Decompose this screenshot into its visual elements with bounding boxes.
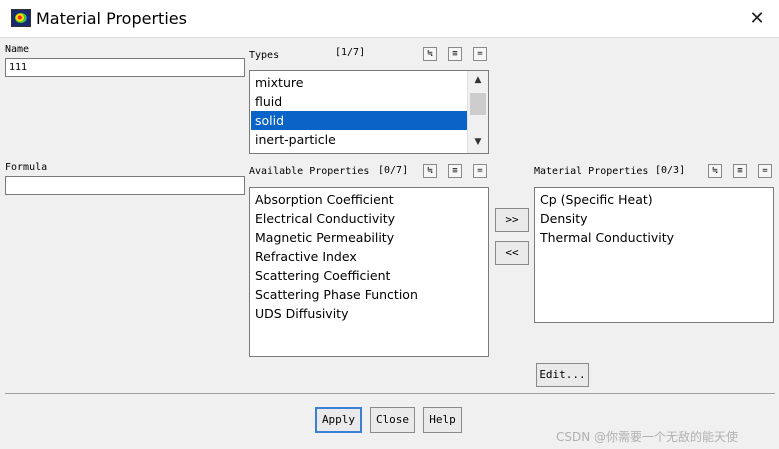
material-item[interactable]: Thermal Conductivity	[536, 228, 772, 247]
formula-field[interactable]	[5, 176, 245, 195]
material-invert-button[interactable]: ≡	[733, 164, 747, 178]
name-field-value: 111	[9, 62, 28, 73]
available-item[interactable]: Scattering Coefficient	[251, 266, 487, 285]
close-icon[interactable]: ✕	[744, 6, 770, 32]
scroll-thumb[interactable]	[470, 93, 486, 115]
help-button[interactable]: Help	[423, 407, 462, 433]
material-properties-label: Material Properties	[534, 166, 649, 177]
available-item[interactable]: Scattering Phase Function	[251, 285, 487, 304]
formula-field-value	[6, 177, 244, 183]
available-properties-count: [0/7]	[378, 165, 409, 176]
types-count: [1/7]	[335, 47, 366, 58]
available-item[interactable]: Electrical Conductivity	[251, 209, 487, 228]
separator	[5, 393, 775, 394]
types-item-solid[interactable]: solid	[251, 111, 467, 130]
types-invert-button[interactable]: ≡	[448, 47, 462, 61]
available-item[interactable]: Absorption Coefficient	[251, 190, 487, 209]
material-item[interactable]: Cp (Specific Heat)	[536, 190, 772, 209]
types-item-inert-particle[interactable]: inert-particle	[251, 130, 467, 149]
available-item[interactable]: Magnetic Permeability	[251, 228, 487, 247]
material-select-all-button[interactable]: ≒	[708, 164, 722, 178]
available-properties-list[interactable]: Absorption Coefficient Electrical Conduc…	[249, 187, 489, 357]
window-title: Material Properties	[36, 9, 187, 28]
watermark: CSDN @你需要一个无敌的能天使	[556, 430, 739, 444]
types-deselect-button[interactable]: =	[473, 47, 487, 61]
material-properties-count: [0/3]	[655, 165, 686, 176]
scroll-down-icon[interactable]: ▼	[468, 137, 488, 147]
types-item-fluid[interactable]: fluid	[251, 92, 467, 111]
apply-button[interactable]: Apply	[315, 407, 362, 433]
name-field[interactable]: 111	[5, 58, 245, 77]
available-properties-label: Available Properties	[249, 166, 370, 177]
available-invert-button[interactable]: ≡	[448, 164, 462, 178]
types-item-mixture[interactable]: mixture	[251, 73, 467, 92]
formula-label: Formula	[5, 162, 48, 173]
material-deselect-button[interactable]: =	[758, 164, 772, 178]
remove-property-button[interactable]: <<	[495, 241, 529, 265]
available-select-all-button[interactable]: ≒	[423, 164, 437, 178]
available-item[interactable]: Refractive Index	[251, 247, 487, 266]
close-button[interactable]: Close	[370, 407, 415, 433]
available-item[interactable]: UDS Diffusivity	[251, 304, 487, 323]
types-scrollbar[interactable]: ▲ ▼	[467, 71, 488, 153]
available-deselect-button[interactable]: =	[473, 164, 487, 178]
name-label: Name	[5, 44, 30, 55]
types-label: Types	[249, 50, 280, 61]
edit-button[interactable]: Edit...	[536, 363, 589, 387]
app-icon	[11, 9, 31, 27]
material-properties-list[interactable]: Cp (Specific Heat) Density Thermal Condu…	[534, 187, 774, 323]
types-list[interactable]: mixture fluid solid inert-particle ▲ ▼	[249, 70, 489, 154]
types-select-all-button[interactable]: ≒	[423, 47, 437, 61]
add-property-button[interactable]: >>	[495, 208, 529, 232]
material-item[interactable]: Density	[536, 209, 772, 228]
scroll-up-icon[interactable]: ▲	[468, 75, 488, 85]
